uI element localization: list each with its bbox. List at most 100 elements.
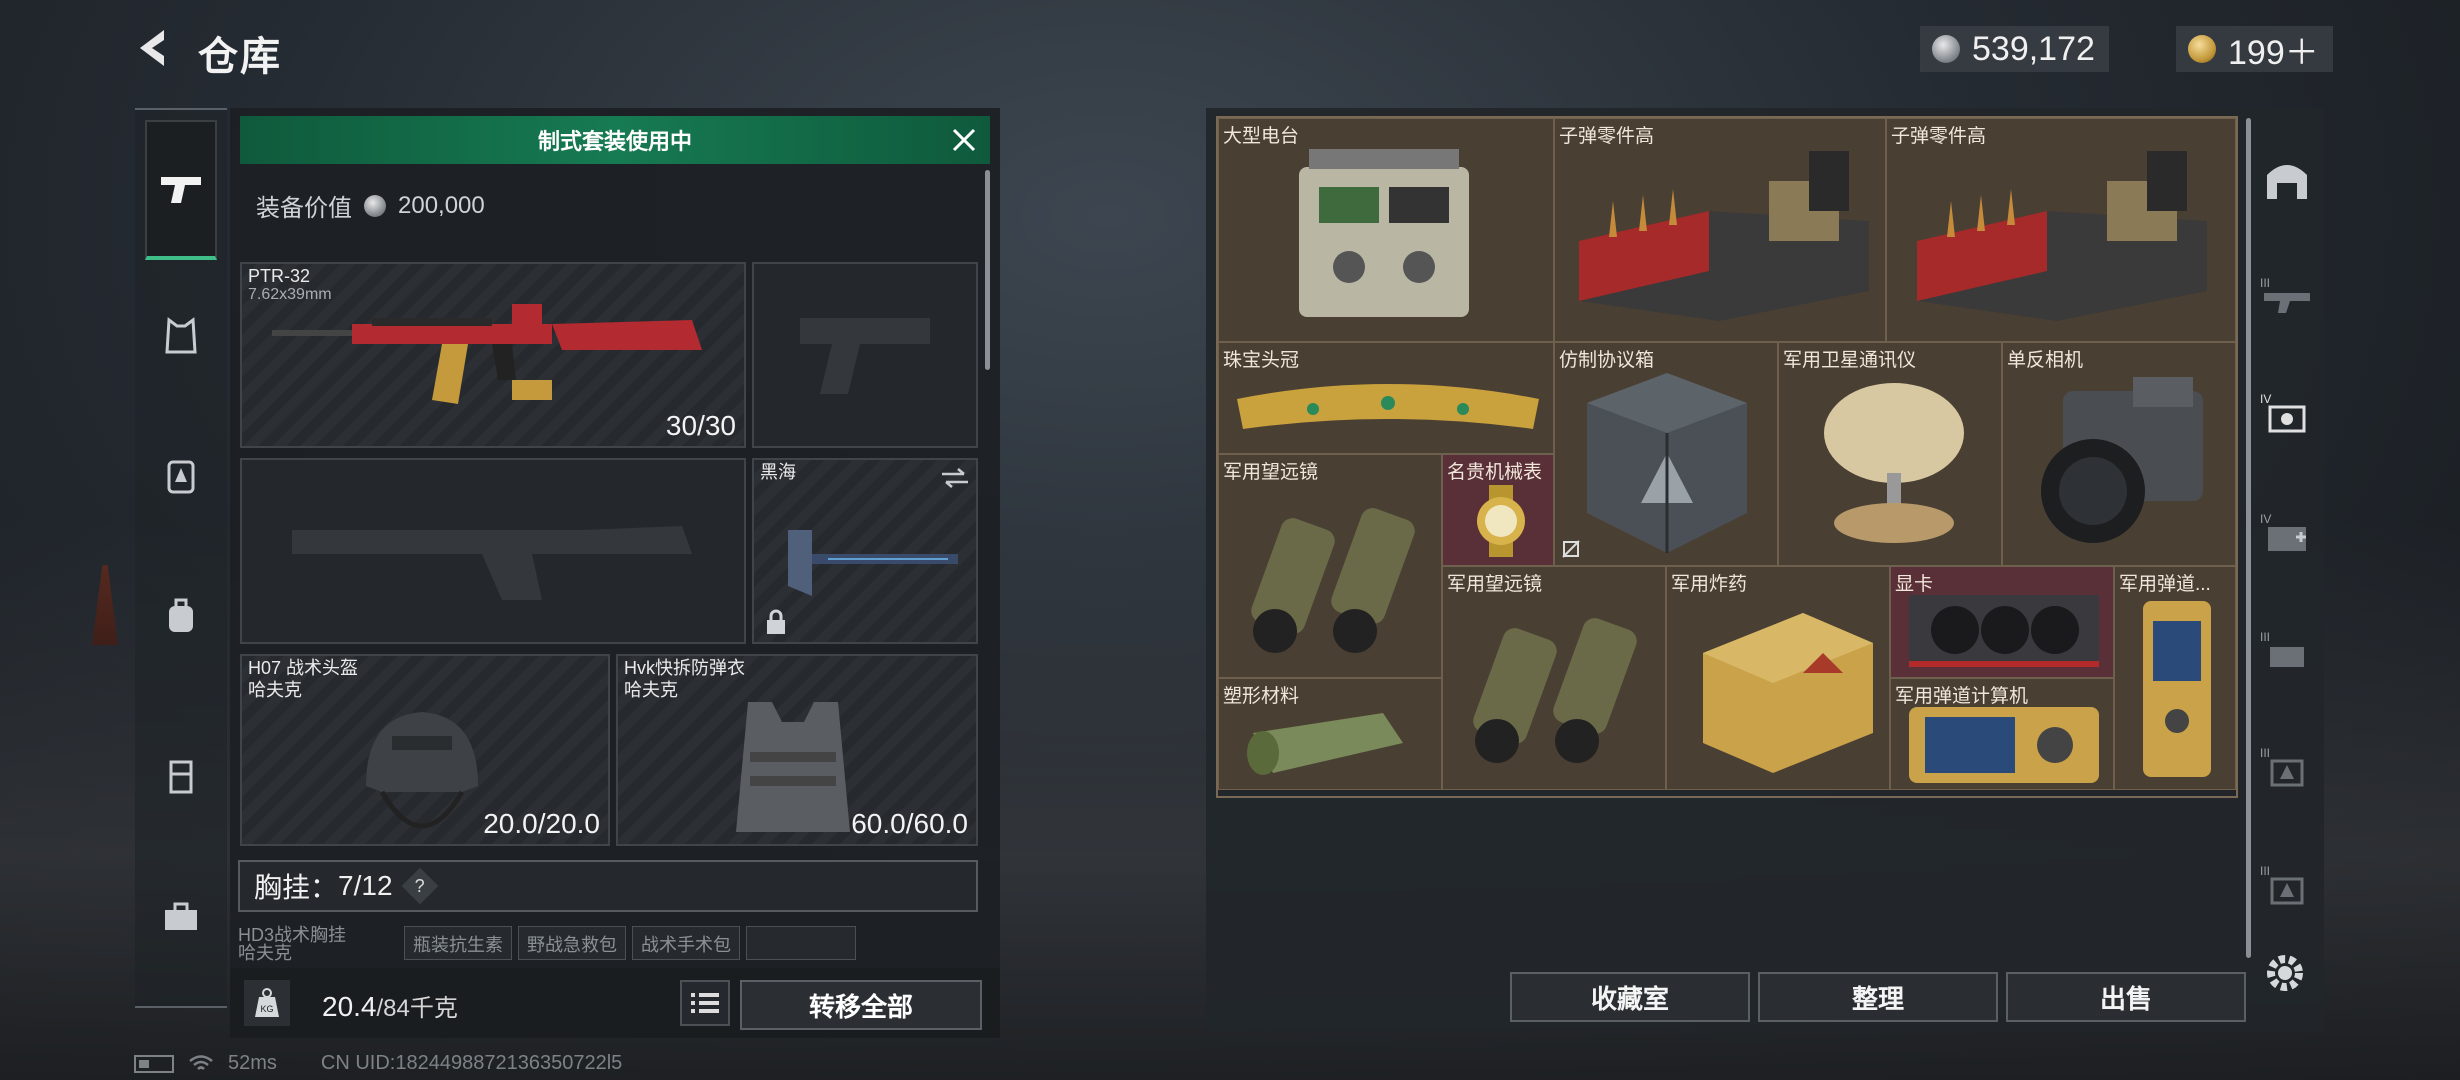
equipment-value-label: 装备价值	[256, 195, 352, 222]
weight-current: 20.4	[322, 991, 377, 1022]
storage-item[interactable]: 军用卫星通讯仪	[1778, 342, 2002, 566]
help-icon[interactable]: ?	[401, 867, 438, 905]
storage-item[interactable]: 军用炸药	[1666, 566, 1890, 790]
equipment-tab-icon: IV	[2260, 392, 2306, 433]
container-icon	[169, 760, 193, 794]
nav-container[interactable]	[145, 740, 217, 812]
helmet-icon	[366, 712, 478, 829]
nav-vest[interactable]	[145, 300, 217, 372]
gold-currency[interactable]: 199＋	[2176, 26, 2333, 72]
uid-text: CN UID:1824498872136350722l5	[320, 1052, 623, 1074]
ballistic-computer-icon	[2143, 601, 2211, 777]
storage-panel: 大型电台 子弹零件高 子弹零件高 珠宝头冠 仿制协议箱 军用卫星通讯仪 单反相机…	[1206, 108, 2324, 1032]
close-icon[interactable]	[950, 126, 978, 154]
svg-text:III: III	[2260, 630, 2270, 644]
storage-item[interactable]: 子弹零件高	[1886, 118, 2236, 342]
pistol-silhouette-icon	[800, 318, 930, 394]
storage-item[interactable]: 军用弹道计算机	[1890, 678, 2114, 790]
chest-rig-item[interactable]: HD3战术胸挂 哈夫克	[238, 926, 398, 966]
armor-plate-icon	[167, 460, 195, 494]
collection-room-button[interactable]: 收藏室	[1510, 972, 1750, 1022]
storage-item[interactable]: 显卡	[1890, 566, 2114, 678]
misc-tab-icon: III	[2260, 864, 2304, 905]
storage-item[interactable]: 塑形材料	[1218, 678, 1442, 790]
explosive-crate-icon	[1703, 613, 1873, 773]
secondary-weapon-slot-empty[interactable]	[240, 458, 746, 644]
lock-icon	[767, 609, 785, 634]
tools-tab-icon: III	[2260, 630, 2304, 667]
chest-rig-label: 胸挂：	[254, 872, 339, 903]
chest-rig-item[interactable]: 战术手术包	[632, 926, 740, 960]
nav-toolbox[interactable]	[145, 880, 217, 952]
storage-item[interactable]: 珠宝头冠	[1218, 342, 1554, 454]
medkit-tab-icon: IV	[2260, 512, 2306, 551]
armor-slot[interactable]: Hvk快拆防弹衣 哈夫克 60.0/60.0	[616, 654, 978, 846]
protocol-box-icon	[1587, 373, 1747, 553]
loadout-scrollbar[interactable]	[985, 170, 990, 370]
melee-slot[interactable]: 黑海	[752, 458, 978, 644]
storage-tab-weapons[interactable]: III	[2260, 268, 2314, 322]
storage-tab-medical[interactable]: IV	[2260, 506, 2314, 560]
back-arrow-icon[interactable]	[134, 26, 178, 70]
sell-button[interactable]: 出售	[2006, 972, 2246, 1022]
top-bar: 仓库 539,172 199＋	[0, 0, 2460, 100]
silver-coin-icon	[1932, 35, 1960, 63]
svg-text:III: III	[2260, 864, 2270, 878]
storage-item[interactable]: 仿制协议箱	[1554, 342, 1778, 566]
storage-item[interactable]: 单反相机	[2002, 342, 2236, 566]
vest-icon	[165, 317, 197, 354]
loadout-category-nav	[135, 108, 227, 1008]
storage-item[interactable]: 子弹零件高	[1554, 118, 1886, 342]
svg-text:III: III	[2260, 746, 2270, 760]
weapon-name: PTR-32	[248, 266, 311, 286]
silver-currency[interactable]: 539,172	[1920, 26, 2109, 72]
toolbox-icon	[165, 902, 197, 930]
chest-rig-items: HD3战术胸挂 哈夫克 瓶装抗生素 野战急救包 战术手术包	[238, 926, 978, 966]
transfer-all-button[interactable]: 转移全部	[740, 980, 982, 1030]
set-in-use-banner: 制式套装使用中	[240, 116, 990, 164]
warehouse-icon	[2267, 165, 2307, 199]
ping-text: 52ms	[228, 1052, 277, 1074]
radio-icon	[1299, 149, 1469, 317]
chest-rig-item[interactable]: 瓶装抗生素	[404, 926, 512, 960]
ballistic-computer-icon	[1909, 707, 2099, 783]
jewel-crown-icon	[1237, 384, 1539, 429]
organize-button[interactable]: 整理	[1758, 972, 1998, 1022]
helmet-durability: 20.0/20.0	[483, 808, 600, 839]
storage-tab-equipment[interactable]: IV	[2260, 386, 2314, 440]
battery-icon	[134, 1054, 174, 1073]
pistol-slot-empty[interactable]	[752, 262, 978, 448]
axe-icon	[788, 530, 958, 596]
chest-rig-capacity: 7/12	[338, 870, 393, 901]
helmet-slot[interactable]: H07 战术头盔 哈夫克 20.0/20.0	[240, 654, 610, 846]
svg-text:IV: IV	[2260, 392, 2271, 406]
storage-item[interactable]: 军用望远镜	[1218, 454, 1442, 678]
storage-tab-main[interactable]	[2260, 152, 2314, 206]
storage-tab-nav: III IV IV III III III	[2250, 118, 2320, 998]
primary-weapon-slot[interactable]: PTR-32 7.62x39mm 30/30	[240, 262, 746, 448]
weapon-ammo: 30/30	[665, 410, 736, 441]
chest-rig-bar[interactable]: 胸挂： 7/12 ?	[238, 860, 978, 912]
body-armor-icon	[736, 702, 850, 832]
swap-icon[interactable]	[940, 466, 970, 490]
graphics-card-icon	[1909, 595, 2099, 667]
gold-amount: 199＋	[2228, 33, 2319, 72]
loadout-footer: KG 20.4/84千克 转移全部	[230, 968, 1000, 1038]
bullet-parts-icon	[1917, 151, 2207, 321]
list-view-button[interactable]	[680, 980, 730, 1026]
melee-name: 黑海	[760, 462, 796, 482]
settings-gear-icon[interactable]	[2262, 950, 2308, 996]
chest-rig-item[interactable]: 野战急救包	[518, 926, 626, 960]
nav-backpack[interactable]	[145, 580, 217, 652]
storage-item[interactable]: 大型电台	[1218, 118, 1554, 342]
nav-weapons[interactable]	[145, 120, 217, 260]
storage-item[interactable]: 军用弹道...	[2114, 566, 2236, 790]
chest-rig-item-empty[interactable]	[746, 926, 856, 960]
helmet-brand: 哈夫克	[248, 680, 302, 700]
storage-tab-misc[interactable]: III	[2260, 858, 2314, 912]
storage-tab-tools[interactable]: III	[2260, 624, 2314, 678]
storage-item[interactable]: 名贵机械表	[1442, 454, 1554, 566]
storage-item[interactable]: 军用望远镜	[1442, 566, 1666, 790]
nav-backpack-alt[interactable]	[145, 440, 217, 512]
storage-tab-armor[interactable]: III	[2260, 740, 2314, 794]
